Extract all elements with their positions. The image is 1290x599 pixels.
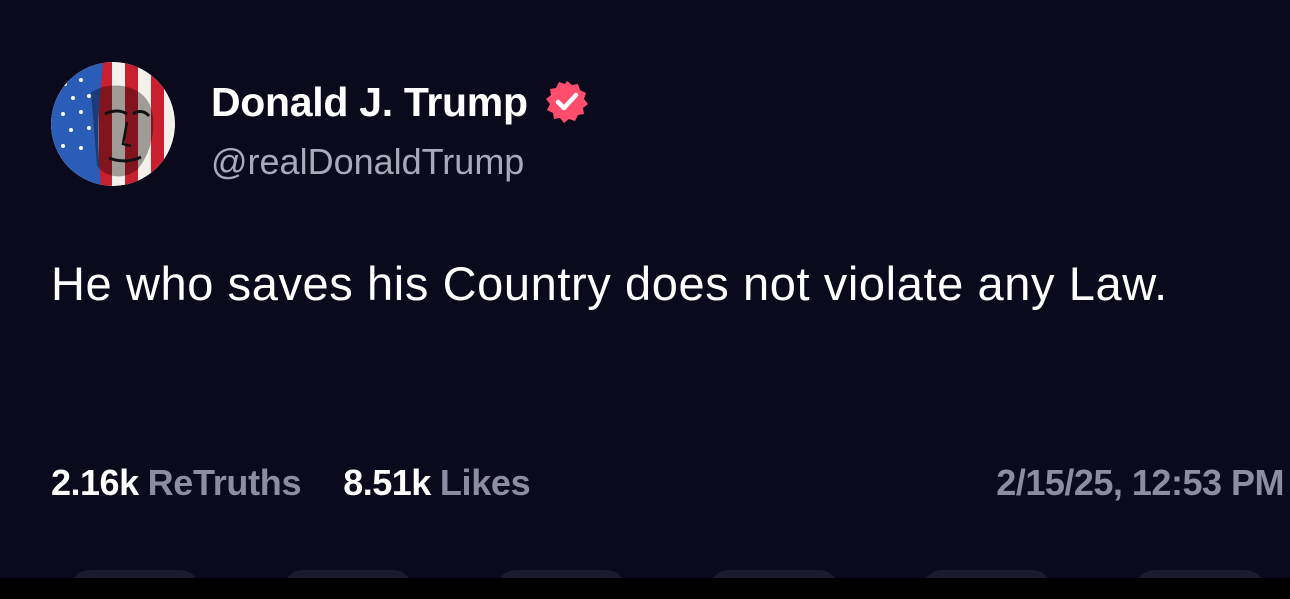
likes-label: Likes <box>439 462 531 503</box>
avatar[interactable] <box>51 62 175 186</box>
truth-post-page: Donald J. Trump @realDonaldTrump He who … <box>0 0 1290 599</box>
action-bar <box>0 570 1290 599</box>
retruths-stat[interactable]: 2.16k ReTruths <box>51 462 302 504</box>
likes-stat[interactable]: 8.51k Likes <box>343 462 530 504</box>
author-handle[interactable]: @realDonaldTrump <box>211 140 524 184</box>
author-display-name[interactable]: Donald J. Trump <box>211 78 590 126</box>
verified-badge-icon <box>544 79 590 125</box>
retruths-count: 2.16k <box>51 462 139 503</box>
flag-portrait-avatar-icon <box>51 62 175 186</box>
author-name-text: Donald J. Trump <box>211 79 528 125</box>
post-timestamp: 2/15/25, 12:53 PM <box>996 462 1284 503</box>
bottom-bar-background <box>0 578 1290 599</box>
post-stats-bar: 2.16k ReTruths 8.51k Likes 2/15/25, 12:5… <box>51 460 1284 506</box>
post-body-text: He who saves his Country does not violat… <box>51 257 1168 310</box>
likes-count: 8.51k <box>343 462 431 503</box>
retruths-label: ReTruths <box>147 462 302 503</box>
